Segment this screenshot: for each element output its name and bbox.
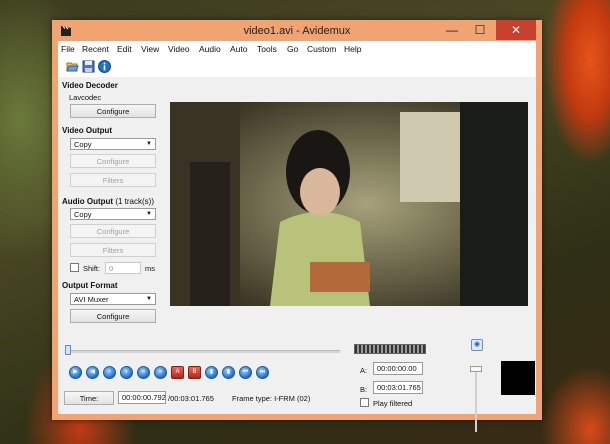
seek-bar-track[interactable] [68, 350, 340, 353]
close-button[interactable]: ✕ [496, 20, 536, 40]
client-area: File Recent Edit View Video Audio Auto T… [58, 41, 536, 432]
marker-b-label: B: [360, 385, 368, 394]
frame-type: Frame type: I-FRM (02) [232, 394, 311, 403]
maximize-button[interactable]: ☐ [466, 20, 494, 40]
menu-video[interactable]: Video [168, 44, 190, 54]
video-output-selected: Copy [74, 140, 92, 149]
volume-slider-track[interactable] [475, 368, 477, 432]
volume-slider-handle[interactable] [470, 366, 482, 372]
info-icon[interactable] [98, 60, 111, 73]
minimize-button[interactable]: — [438, 20, 466, 40]
shift-unit: ms [145, 264, 155, 273]
output-format-selected: AVI Muxer [74, 295, 109, 304]
menu-go[interactable]: Go [287, 44, 298, 54]
video-decoder-heading: Video Decoder [62, 81, 118, 90]
output-format-configure-button[interactable]: Configure [70, 309, 156, 323]
video-output-configure-button[interactable]: Configure [70, 154, 156, 168]
menu-audio[interactable]: Audio [199, 44, 221, 54]
shift-input[interactable]: 0 [105, 262, 141, 274]
set-marker-b-icon[interactable]: B [188, 366, 201, 379]
chevron-down-icon: ▼ [146, 296, 152, 302]
audio-output-selected: Copy [74, 210, 92, 219]
next-frame-icon[interactable]: › [120, 366, 133, 379]
audio-output-configure-button[interactable]: Configure [70, 224, 156, 238]
jog-shuttle[interactable] [354, 344, 426, 354]
set-marker-a-icon[interactable]: A [171, 366, 184, 379]
prev-frame-icon[interactable]: ‹ [103, 366, 116, 379]
chevron-down-icon: ▼ [146, 211, 152, 217]
video-output-select[interactable]: Copy ▼ [70, 138, 156, 150]
next-keyframe-icon[interactable]: » [154, 366, 167, 379]
time-button[interactable]: Time: [64, 391, 114, 405]
menu-bar: File Recent Edit View Video Audio Auto T… [58, 41, 536, 57]
video-decoder-configure-button[interactable]: Configure [70, 104, 156, 118]
menu-help[interactable]: Help [344, 44, 361, 54]
menu-view[interactable]: View [141, 44, 159, 54]
play-icon[interactable]: ▶ [69, 366, 82, 379]
audio-output-tracks: (1 track(s)) [115, 197, 154, 206]
video-frame-image [170, 102, 528, 306]
marker-a-label: A: [360, 366, 368, 375]
go-last-frame-icon[interactable]: ⏭ [256, 366, 269, 379]
audio-output-filters-button[interactable]: Filters [70, 243, 156, 257]
audio-output-select[interactable]: Copy ▼ [70, 208, 156, 220]
menu-recent[interactable]: Recent [82, 44, 109, 54]
marker-a-field: 00:00:00.00 [373, 362, 423, 375]
total-time: /00:03:01.765 [168, 394, 214, 403]
menu-file[interactable]: File [61, 44, 75, 54]
menu-auto[interactable]: Auto [230, 44, 248, 54]
shift-label: Shift: [83, 264, 101, 273]
volume-icon[interactable]: ◉ [471, 339, 483, 351]
audio-output-heading-text: Audio Output [62, 197, 114, 206]
title-bar[interactable]: video1.avi - Avidemux — ☐ ✕ [52, 20, 542, 42]
play-filtered-label: Play filtered [373, 399, 413, 408]
chevron-down-icon: ▼ [146, 141, 152, 147]
go-first-frame-icon[interactable]: ⏮ [239, 366, 252, 379]
shift-checkbox[interactable] [70, 263, 79, 272]
audio-meter-preview [501, 361, 535, 395]
play-filtered-checkbox[interactable] [360, 398, 369, 407]
output-format-select[interactable]: AVI Muxer ▼ [70, 293, 156, 305]
video-decoder-codec: Lavcodec [69, 93, 102, 102]
menu-custom[interactable]: Custom [307, 44, 336, 54]
video-output-filters-button[interactable]: Filters [70, 173, 156, 187]
marker-b-field: 00:03:01.765 [373, 381, 423, 394]
seek-bar-handle[interactable] [65, 345, 71, 355]
rewind-icon[interactable]: ◀ [86, 366, 99, 379]
open-icon[interactable] [66, 60, 79, 73]
video-output-heading: Video Output [62, 126, 113, 135]
next-black-frame-icon[interactable]: ▮ [222, 366, 235, 379]
app-window: video1.avi - Avidemux — ☐ ✕ File Recent … [52, 20, 542, 432]
output-format-heading: Output Format [62, 281, 118, 290]
save-icon[interactable] [82, 60, 95, 73]
video-preview [170, 102, 528, 306]
menu-edit[interactable]: Edit [117, 44, 132, 54]
audio-output-heading: Audio Output (1 track(s)) [62, 197, 154, 206]
prev-black-frame-icon[interactable]: ▮ [205, 366, 218, 379]
current-time-field[interactable]: 00:00:00.792 [118, 391, 166, 404]
toolbar [58, 57, 536, 77]
menu-tools[interactable]: Tools [257, 44, 277, 54]
prev-keyframe-icon[interactable]: « [137, 366, 150, 379]
